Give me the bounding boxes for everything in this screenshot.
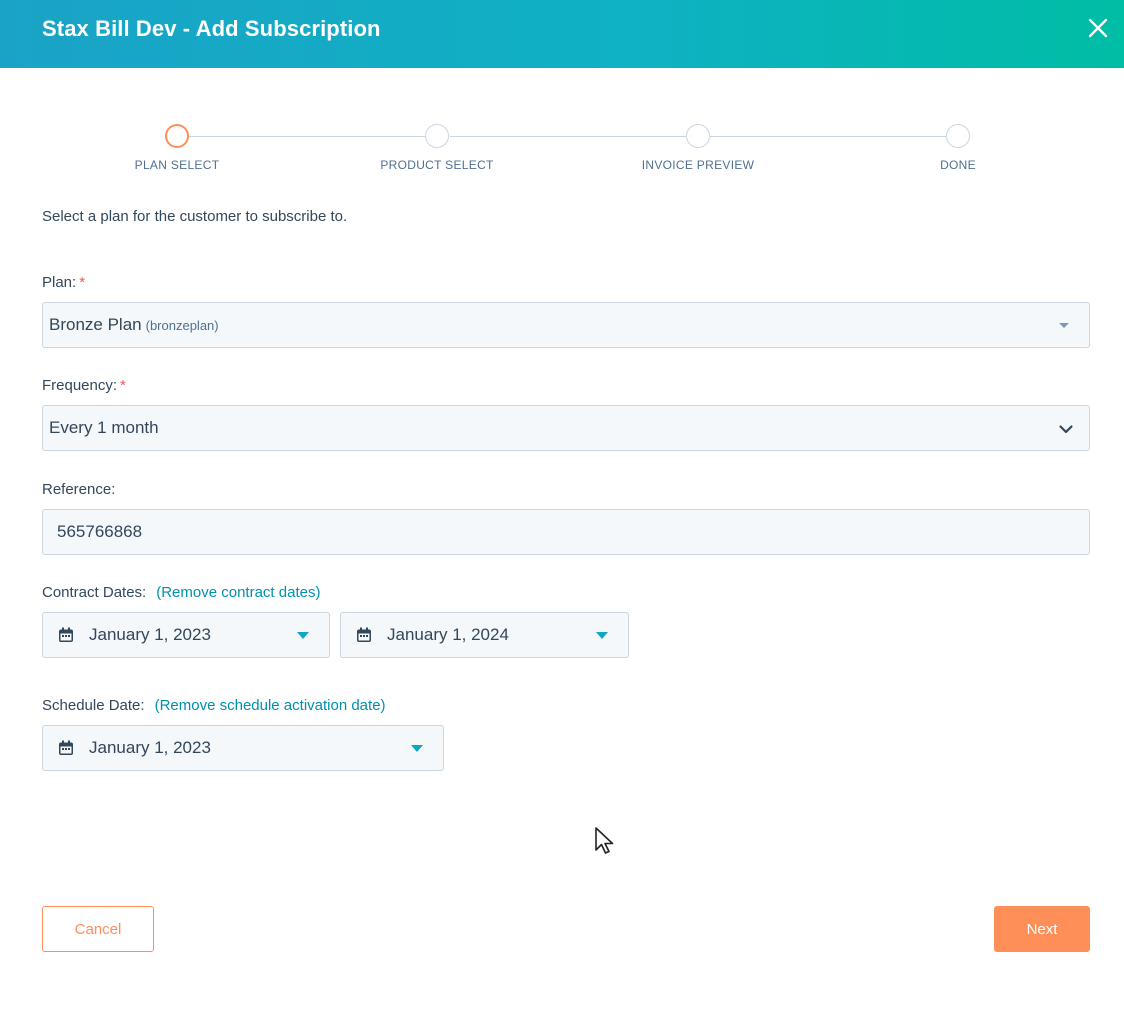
step-done: DONE bbox=[878, 124, 1038, 172]
reference-label: Reference: bbox=[42, 481, 116, 498]
frequency-label: Frequency: * bbox=[42, 377, 126, 394]
required-marker: * bbox=[79, 274, 86, 291]
close-icon bbox=[1088, 18, 1108, 38]
reference-value: 565766868 bbox=[57, 522, 143, 541]
frequency-label-text: Frequency: bbox=[42, 377, 118, 394]
mouse-cursor-icon bbox=[594, 826, 616, 856]
plan-label-text: Plan: bbox=[42, 274, 77, 291]
step-indicator bbox=[425, 124, 449, 148]
cancel-button[interactable]: Cancel bbox=[42, 906, 154, 952]
remove-contract-dates-link[interactable]: (Remove contract dates) bbox=[156, 584, 320, 601]
contract-dates-label: Contract Dates: (Remove contract dates) bbox=[42, 584, 320, 601]
schedule-date-picker[interactable]: January 1, 2023 bbox=[42, 725, 444, 771]
schedule-date-value: January 1, 2023 bbox=[89, 738, 211, 757]
contract-end-date-value: January 1, 2024 bbox=[387, 625, 509, 644]
caret-down-icon bbox=[596, 632, 608, 639]
plan-select-value: Bronze Plan bbox=[49, 315, 142, 334]
step-label: DONE bbox=[940, 158, 976, 172]
plan-label: Plan: * bbox=[42, 274, 85, 291]
plan-code: (bronzeplan) bbox=[145, 317, 219, 333]
step-label: INVOICE PREVIEW bbox=[641, 158, 755, 172]
calendar-icon bbox=[57, 626, 75, 644]
step-label: PRODUCT SELECT bbox=[380, 158, 494, 172]
intro-text: Select a plan for the customer to subscr… bbox=[42, 208, 348, 225]
step-label: PLAN SELECT bbox=[134, 158, 220, 172]
frequency-select-value: Every 1 month bbox=[49, 418, 159, 437]
remove-schedule-date-link[interactable]: (Remove schedule activation date) bbox=[155, 697, 386, 714]
calendar-icon bbox=[57, 739, 75, 757]
step-indicator bbox=[686, 124, 710, 148]
caret-down-icon bbox=[297, 632, 309, 639]
modal-title: Stax Bill Dev - Add Subscription bbox=[42, 16, 381, 41]
contract-start-date-picker[interactable]: January 1, 2023 bbox=[42, 612, 330, 658]
caret-down-icon bbox=[411, 745, 423, 752]
wizard-stepper: PLAN SELECT PRODUCT SELECT INVOICE PREVI… bbox=[0, 120, 1124, 180]
step-indicator bbox=[946, 124, 970, 148]
schedule-date-label: Schedule Date: (Remove schedule activatio… bbox=[42, 697, 386, 714]
schedule-date-label-text: Schedule Date: bbox=[42, 697, 145, 714]
step-product-select: PRODUCT SELECT bbox=[357, 124, 517, 172]
contract-end-date-picker[interactable]: January 1, 2024 bbox=[340, 612, 629, 658]
step-plan-select: PLAN SELECT bbox=[97, 124, 257, 172]
contract-dates-label-text: Contract Dates: bbox=[42, 584, 147, 601]
step-indicator-active bbox=[165, 124, 189, 148]
plan-select[interactable]: Bronze Plan (bronzeplan) bbox=[42, 302, 1090, 348]
chevron-down-icon bbox=[1057, 420, 1075, 438]
contract-start-date-value: January 1, 2023 bbox=[89, 625, 211, 644]
next-button[interactable]: Next bbox=[994, 906, 1090, 952]
calendar-icon bbox=[355, 626, 373, 644]
close-button[interactable] bbox=[1086, 16, 1110, 40]
frequency-select[interactable]: Every 1 month bbox=[42, 405, 1090, 451]
caret-down-icon bbox=[1059, 323, 1069, 328]
modal-header: Stax Bill Dev - Add Subscription bbox=[0, 0, 1124, 68]
reference-input[interactable]: 565766868 bbox=[42, 509, 1090, 555]
required-marker: * bbox=[120, 377, 126, 394]
step-invoice-preview: INVOICE PREVIEW bbox=[618, 124, 778, 172]
